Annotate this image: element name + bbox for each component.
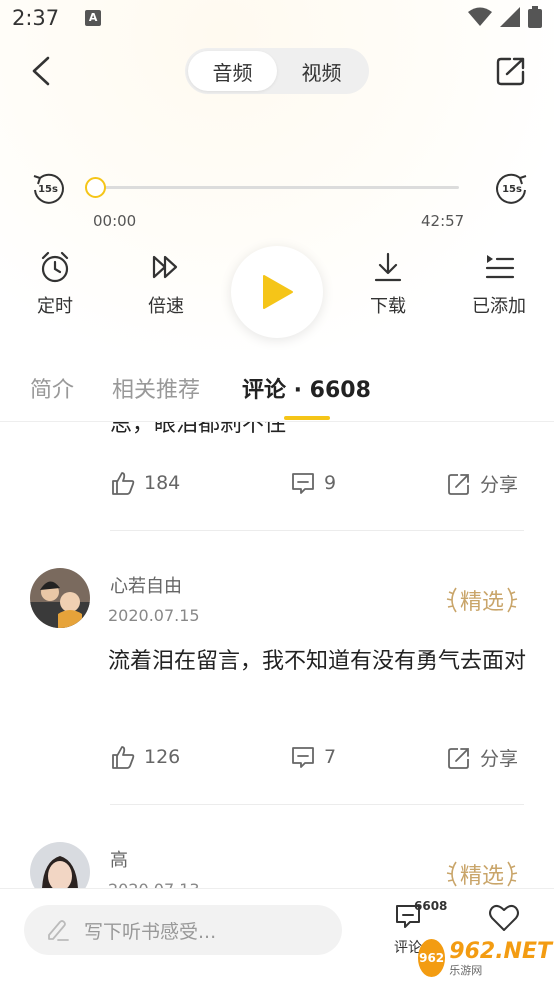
featured-badge: 精选 (446, 858, 518, 888)
like-count: 184 (144, 472, 181, 494)
fast-forward-icon (152, 255, 178, 279)
added-label: 已添加 (472, 296, 526, 317)
forward-label: 15s (502, 184, 522, 195)
user-name[interactable]: 心若自由 (110, 572, 182, 598)
comment-input-placeholder: 写下听书感受... (84, 920, 217, 943)
speed-button[interactable]: 倍速 (126, 250, 206, 318)
share-icon[interactable] (494, 54, 528, 88)
comment-bubble-icon (292, 747, 314, 768)
comment-date: 2020.07.15 (108, 606, 200, 625)
share-icon (448, 747, 469, 769)
avatar[interactable] (30, 568, 90, 628)
top-bar: 音频 视频 (0, 44, 554, 100)
back-arrow-icon[interactable] (26, 54, 60, 88)
comment-text: 流着泪在留言，我不知道有没有勇气去面对 (108, 649, 527, 674)
player-controls: 定时 倍速 下载 已添加 (0, 246, 554, 340)
rewind-15s-icon[interactable]: 15s (30, 170, 66, 206)
comment-actions: 126 7 分享 (110, 744, 524, 774)
comment-count-badge: 6608 (414, 899, 448, 913)
laurel-right-icon (507, 587, 518, 613)
laurel-left-icon (446, 587, 457, 613)
watermark-sub: 乐游网 (449, 963, 483, 977)
download-icon (374, 252, 402, 282)
comment-text: 思，眼泪都刹不住 (110, 422, 287, 437)
status-icons (468, 6, 542, 28)
featured-label: 精选 (460, 864, 505, 888)
share-label: 分享 (480, 474, 519, 496)
download-label: 下载 (370, 296, 406, 317)
user-name[interactable]: 高 (110, 846, 128, 872)
laurel-right-icon (507, 861, 518, 887)
laurel-left-icon (446, 861, 457, 887)
featured-badge: 精选 (446, 584, 518, 616)
heart-icon[interactable] (488, 903, 520, 933)
featured-label: 精选 (460, 590, 505, 615)
forward-15s-icon[interactable]: 15s (494, 170, 530, 206)
wifi-icon (468, 7, 492, 26)
reply-button[interactable]: 9 (290, 470, 336, 496)
comment-date: 2020.07.13 (108, 880, 200, 888)
comment-feed[interactable]: 思，眼泪都刹不住 184 9 分享 心若自由 2020.07.15 精选 流着泪… (0, 422, 554, 888)
notification-icon: A (85, 10, 102, 26)
reply-count: 9 (324, 472, 337, 494)
download-button[interactable]: 下载 (348, 250, 428, 318)
alarm-clock-icon (41, 251, 69, 283)
watermark-logo: 962 962.NET 乐游网 (418, 936, 552, 980)
avatar[interactable] (30, 842, 90, 888)
share-button[interactable]: 分享 (446, 470, 518, 497)
timer-button[interactable]: 定时 (15, 250, 95, 318)
like-count: 126 (144, 746, 181, 768)
status-time: 2:37 (12, 6, 60, 30)
like-button[interactable]: 184 (110, 470, 180, 496)
comment-bubble-icon (292, 473, 314, 494)
reply-button[interactable]: 7 (290, 744, 336, 770)
tab-video[interactable]: 视频 (277, 51, 366, 91)
playlist-button[interactable]: 已添加 (459, 250, 539, 318)
share-button[interactable]: 分享 (446, 744, 518, 771)
timer-label: 定时 (37, 296, 73, 317)
play-icon (263, 275, 293, 309)
rewind-label: 15s (38, 184, 58, 195)
comment-actions: 184 9 分享 (110, 470, 524, 500)
like-button[interactable]: 126 (110, 744, 180, 770)
tab-related[interactable]: 相关推荐 (112, 372, 200, 404)
pencil-icon (48, 920, 69, 941)
thumbs-up-icon (112, 472, 135, 495)
content-tabs: 简介 相关推荐 评论 · 6608 (0, 364, 554, 422)
divider (110, 804, 524, 805)
watermark-brand: 962.NET (449, 938, 552, 964)
status-bar: 2:37 A (0, 0, 554, 36)
playlist-icon (485, 255, 515, 279)
tab-indicator (284, 416, 330, 420)
total-time: 42:57 (421, 212, 465, 230)
comment-input[interactable]: 写下听书感受... (24, 905, 342, 955)
battery-icon (528, 6, 542, 28)
tab-intro[interactable]: 简介 (30, 372, 74, 404)
speed-label: 倍速 (148, 296, 184, 317)
signal-icon (500, 7, 520, 27)
divider (110, 530, 524, 531)
tab-comments[interactable]: 评论 · 6608 (242, 372, 371, 404)
play-button[interactable] (231, 246, 323, 338)
reply-count: 7 (324, 746, 337, 768)
thumbs-up-icon (112, 746, 135, 769)
current-time: 00:00 (93, 212, 137, 230)
progress-track[interactable] (95, 186, 459, 189)
watermark-icon: 962 (418, 939, 446, 977)
media-type-switch: 音频 视频 (185, 48, 369, 94)
share-label: 分享 (480, 748, 519, 770)
progress-knob[interactable] (85, 177, 106, 198)
share-icon (448, 473, 469, 495)
tab-audio[interactable]: 音频 (188, 51, 277, 91)
